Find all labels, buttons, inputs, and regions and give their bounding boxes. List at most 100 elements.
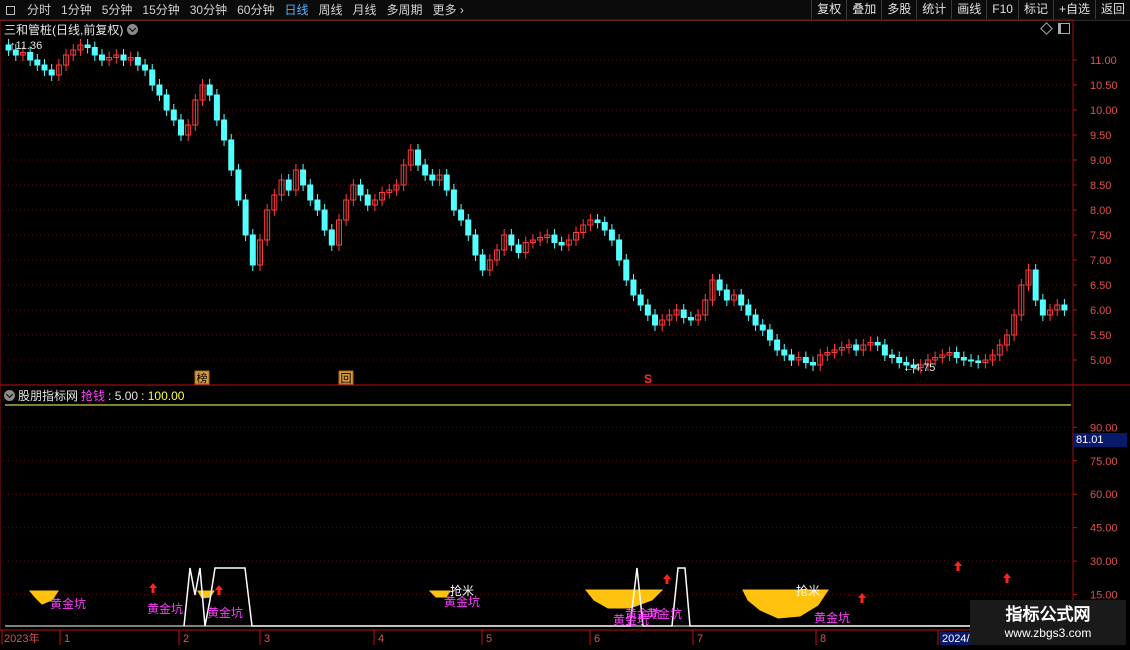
red-arrow-up-icon: [149, 583, 157, 593]
indicator-tick-label-3: 45.00: [1090, 523, 1118, 535]
candle-body: [228, 139, 235, 171]
date-label-7: 7: [697, 633, 703, 645]
candle-body: [429, 174, 436, 181]
watermark-title: 指标公式网: [1005, 604, 1091, 624]
date-label-0: 2023年: [4, 631, 39, 645]
candle-body: [508, 234, 515, 246]
candle-body: [91, 47, 98, 56]
candle-body: [48, 69, 55, 76]
candle-body: [1032, 269, 1039, 301]
candle-body: [142, 64, 149, 71]
candle-body: [465, 219, 472, 236]
indicator-tick-label-4: 30.00: [1090, 556, 1118, 568]
grid-lines: [0, 19, 1130, 631]
candle-body: [235, 169, 242, 201]
max-price-label: ↑11.36: [10, 40, 42, 52]
price-tick-label-3: 9.50: [1090, 130, 1111, 142]
candle-body: [551, 234, 558, 243]
candle-body: [472, 234, 479, 256]
price-tick-label-2: 10.00: [1090, 105, 1118, 117]
red-arrow-up-icon: [663, 574, 671, 584]
candle-body: [810, 362, 817, 366]
candle-body: [594, 219, 601, 223]
price-panel-border: [0, 19, 1074, 386]
indicator-axis: 90.0075.0060.0045.0030.0015.00: [1073, 422, 1118, 602]
yellow-pit-area: [584, 589, 664, 609]
candle-body: [788, 354, 795, 361]
candle-body: [680, 309, 687, 318]
chart-canvas: 11.00 10.50 10.00 9.50 9.00 8.50 8.00 7.50 7.00 6…: [0, 19, 1130, 645]
candle-body: [177, 119, 184, 136]
candle-body: [601, 222, 608, 231]
candle-body: [608, 229, 615, 241]
candle-body: [853, 344, 860, 351]
price-tick-label-10: 6.00: [1090, 305, 1111, 317]
candle-body: [759, 324, 766, 331]
indicator-value-min: : 5.00: [108, 388, 139, 403]
indicator-title: 股朋指标网 抢钱 : 5.00 : 100.00: [4, 387, 184, 404]
min-price-label: ←4.75: [903, 362, 935, 374]
price-axis: 11.00 10.50 10.00 9.50 9.00 8.50 8.00 7.50 7.00 6…: [1073, 55, 1118, 367]
candle-body: [881, 344, 888, 356]
candle-body: [774, 339, 781, 351]
date-label-3: 3: [264, 633, 270, 645]
annotation-gold-pit-1: 黄金坑: [147, 601, 183, 616]
price-tick-label-6: 8.00: [1090, 205, 1111, 217]
price-tick-label-5: 8.50: [1090, 180, 1111, 192]
candle-body: [1039, 299, 1046, 316]
candle-body: [120, 54, 127, 61]
date-label-6: 6: [594, 633, 600, 645]
date-label-1: 1: [64, 633, 70, 645]
candle-body: [953, 352, 960, 358]
indicator-current-value: 81.01: [1073, 433, 1127, 447]
candle-body: [300, 169, 307, 186]
date-label-5: 5: [486, 633, 492, 645]
candle-body: [134, 57, 141, 66]
candle-body: [84, 44, 91, 48]
candle-body: [745, 304, 752, 316]
watermark: 指标公式网 www.zbgs3.com: [970, 600, 1126, 645]
candle-body: [149, 69, 156, 86]
candle-body: [27, 52, 34, 61]
candle-body: [623, 259, 630, 281]
candle-body: [644, 304, 651, 316]
price-tick-label-4: 9.00: [1090, 155, 1111, 167]
candle-body: [716, 279, 723, 291]
annotation-gold-pit-0: 黄金坑: [50, 596, 86, 611]
red-arrow-up-icon: [215, 585, 223, 595]
candle-body: [285, 179, 292, 191]
candle-body: [558, 242, 565, 246]
indicator-name: 股朋指标网: [18, 389, 79, 403]
candle-body: [781, 349, 788, 356]
candle-body: [249, 234, 256, 266]
date-label-9: 2024/: [942, 633, 970, 645]
price-tick-label-1: 10.50: [1090, 80, 1118, 92]
price-tick-label-11: 5.50: [1090, 330, 1111, 342]
candlestick-series: ↑11.36 ←4.75: [5, 39, 1068, 374]
candle-body: [242, 199, 249, 236]
price-tick-label-0: 11.00: [1090, 55, 1117, 67]
candle-body: [98, 54, 105, 61]
candle-body: [156, 84, 163, 96]
candle-body: [652, 314, 659, 326]
candle-body: [450, 189, 457, 211]
candle-body: [357, 184, 364, 196]
annotation-gold-pit-7: 黄金坑: [814, 610, 850, 625]
indicator-value-max: : 100.00: [141, 388, 185, 403]
candle-body: [738, 294, 745, 306]
chevron-down-icon[interactable]: [4, 390, 15, 401]
candle-body: [960, 357, 967, 361]
candle-body: [307, 184, 314, 201]
candle-body: [41, 64, 48, 71]
candle-body: [328, 229, 335, 246]
date-label-8: 8: [820, 633, 826, 645]
candle-body: [687, 317, 694, 321]
candle-body: [975, 360, 982, 363]
date-label-4: 4: [378, 633, 384, 645]
candle-body: [364, 194, 371, 206]
price-tick-label-9: 6.50: [1090, 280, 1111, 292]
indicator-tick-label-1: 75.00: [1090, 456, 1118, 468]
candle-body: [34, 59, 41, 66]
candle-body: [458, 209, 465, 221]
indicator-tick-label-2: 60.00: [1090, 489, 1118, 501]
